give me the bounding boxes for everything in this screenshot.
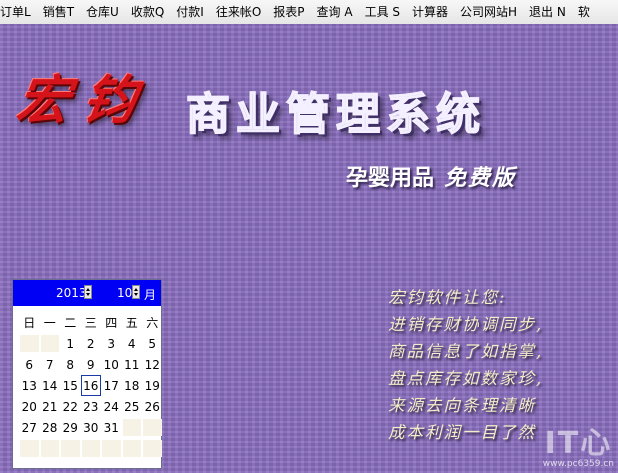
brand-logo: 宏钧 — [13, 70, 154, 131]
menu-item[interactable]: 退出 N — [523, 0, 572, 24]
calendar-day[interactable]: 14 — [40, 375, 61, 396]
calendar-day[interactable]: 20 — [19, 396, 40, 417]
calendar-empty-cell — [20, 440, 39, 457]
poem-line: 进销存财协调同步, — [388, 315, 544, 334]
calendar-empty-cell — [81, 440, 100, 457]
calendar-grid: 日一二三四五六 1 2 3 4 5 6 7 8 9 10 11 12 13 14 15 16 17 18 19 20 21… — [19, 312, 162, 459]
weekday-label: 日 — [23, 316, 36, 330]
calendar-day[interactable]: 16 — [80, 375, 101, 396]
menu-bar: 订单L 销售T 仓库U 收款Q 付款I 往来帐O 报表P 查询 A 工具 S 计算器 公司网站H 退出… — [0, 0, 618, 25]
calendar-day[interactable]: 15 — [60, 375, 81, 396]
product-category: 孕婴用品 — [346, 166, 435, 191]
month-spinner[interactable] — [132, 285, 140, 299]
menu-item[interactable]: 计算器 — [406, 0, 454, 24]
calendar-empty-cell — [122, 419, 141, 436]
calendar-day[interactable]: 7 — [40, 354, 61, 375]
calendar-day[interactable]: 23 — [81, 396, 102, 417]
calendar-empty-cell — [40, 335, 59, 352]
weekday-label: 三 — [84, 316, 97, 330]
calendar-day[interactable]: 10 — [101, 354, 122, 375]
poem-line: 商品信息了如指掌, — [388, 342, 544, 361]
weekday-label: 五 — [125, 316, 138, 330]
menu-item[interactable]: 公司网站H — [454, 0, 523, 24]
weekday-label: 四 — [105, 316, 118, 330]
calendar-empty-cell — [102, 440, 121, 457]
calendar-day[interactable]: 31 — [101, 417, 122, 438]
menu-item[interactable]: 查询 A — [311, 0, 359, 24]
poem-line: 来源去向条理清晰 — [388, 396, 536, 415]
calendar-day[interactable]: 13 — [19, 375, 40, 396]
edition-label: 免费版 — [444, 165, 517, 191]
weekday-label: 二 — [64, 316, 77, 330]
menu-item[interactable]: 付款I — [170, 0, 210, 24]
calendar-day[interactable]: 19 — [142, 375, 163, 396]
calendar-day[interactable]: 9 — [81, 354, 102, 375]
app-title: 商业管理系统 — [185, 88, 486, 141]
poem-line: 盘点库存如数家珍, — [388, 369, 544, 388]
calendar-day[interactable]: 1 — [60, 333, 81, 354]
calendar-year: 2013 — [56, 286, 87, 300]
month-suffix: 月 — [144, 288, 157, 302]
watermark-mark: IT心 — [544, 426, 613, 461]
calendar-day[interactable]: 24 — [101, 396, 122, 417]
calendar-day[interactable]: 4 — [122, 333, 143, 354]
calendar-day[interactable]: 3 — [101, 333, 122, 354]
calendar-empty-cell — [122, 440, 141, 457]
calendar-day[interactable]: 18 — [122, 375, 143, 396]
calendar-header: 2013 10 月 — [13, 280, 161, 306]
calendar-day[interactable]: 6 — [19, 354, 40, 375]
desktop-background: 宏钧 商业管理系统 孕婴用品 免费版 宏钧软件让您: 进销存财协调同步, 商品信息了如… — [0, 24, 618, 473]
calendar-day[interactable]: 25 — [122, 396, 143, 417]
calendar-empty-cell — [20, 335, 39, 352]
calendar-day[interactable]: 5 — [142, 333, 163, 354]
calendar-month: 10 — [117, 286, 133, 300]
menu-item[interactable]: 销售T — [37, 0, 80, 24]
calendar-empty-cell — [61, 440, 80, 457]
weekday-label: 六 — [146, 316, 159, 330]
year-spinner[interactable] — [84, 285, 92, 299]
calendar-day[interactable]: 27 — [19, 417, 40, 438]
menu-item[interactable]: 报表P — [267, 0, 310, 24]
slogan-poem: 宏钧软件让您: 进销存财协调同步, 商品信息了如指掌, 盘点库存如数家珍, 来源去向条理… — [388, 284, 614, 446]
calendar-day[interactable]: 2 — [81, 333, 102, 354]
menu-item[interactable]: 订单L — [0, 0, 37, 24]
poem-line: 宏钧软件让您: — [388, 288, 507, 307]
edition-subtitle: 孕婴用品 免费版 — [346, 160, 516, 192]
calendar-day[interactable]: 11 — [122, 354, 143, 375]
menu-item[interactable]: 仓库U — [80, 0, 125, 24]
calendar-day[interactable]: 17 — [101, 375, 122, 396]
menu-item[interactable]: 收款Q — [125, 0, 170, 24]
calendar-day[interactable]: 21 — [40, 396, 61, 417]
calendar-day[interactable]: 8 — [60, 354, 81, 375]
calendar-day[interactable]: 30 — [81, 417, 102, 438]
calendar-empty-cell — [40, 440, 59, 457]
watermark: IT心 www.pc6359.cn — [542, 426, 614, 470]
calendar-widget: 2013 10 月 日一二三四五六 1 2 3 4 5 6 7 8 9 10 11 12 13 14 15 16… — [12, 279, 162, 469]
weekday-label: 一 — [43, 316, 56, 330]
calendar-empty-cell — [143, 440, 162, 457]
calendar-day[interactable]: 26 — [142, 396, 163, 417]
calendar-day[interactable]: 28 — [40, 417, 61, 438]
calendar-day[interactable]: 29 — [60, 417, 81, 438]
calendar-empty-cell — [143, 419, 162, 436]
menu-item[interactable]: 往来帐O — [210, 0, 267, 24]
menu-item[interactable]: 软 — [572, 0, 596, 24]
calendar-day[interactable]: 12 — [142, 354, 163, 375]
menu-item[interactable]: 工具 S — [359, 0, 406, 24]
calendar-day[interactable]: 22 — [60, 396, 81, 417]
watermark-url: www.pc6359.cn — [542, 459, 614, 469]
